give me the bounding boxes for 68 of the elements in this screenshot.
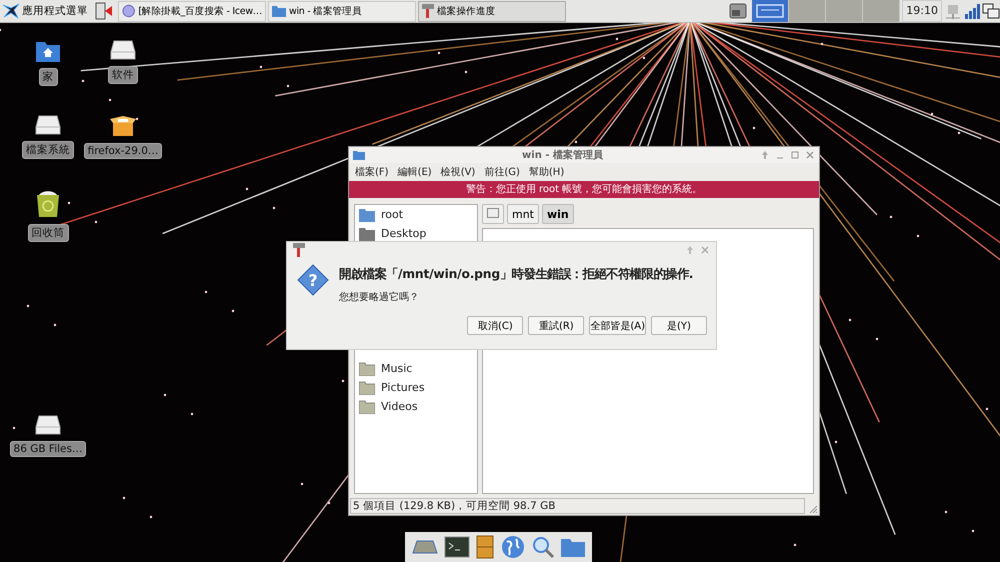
search-icon[interactable] <box>530 535 555 559</box>
window-thumbnail-icon <box>756 4 784 18</box>
taskbar-task[interactable]: [解除掛載_百度搜索 - Icew… <box>118 0 266 22</box>
path-button[interactable]: mnt <box>507 204 539 224</box>
clock[interactable]: 19:10 <box>902 0 942 22</box>
taskbar-task[interactable]: 檔案操作進度 <box>418 0 566 22</box>
menu-item[interactable]: 前往(G) <box>484 165 520 179</box>
drive-icon[interactable] <box>35 115 61 135</box>
desktop-icon-label[interactable]: 86 GB Files… <box>10 441 86 457</box>
resize-grip-icon[interactable] <box>808 504 818 514</box>
drive-icon[interactable] <box>35 415 61 435</box>
menu-item[interactable]: 檢視(V) <box>440 165 476 179</box>
dialog-button[interactable]: 是(Y) <box>651 316 707 335</box>
package-icon[interactable] <box>110 115 136 137</box>
paint-roller-icon <box>422 4 434 18</box>
drive-icon[interactable] <box>110 40 136 60</box>
folder-icon <box>353 150 365 160</box>
menu-item[interactable]: 幫助(H) <box>528 165 564 179</box>
globe-icon <box>122 4 136 18</box>
menu-item[interactable]: 編輯(E) <box>398 165 432 179</box>
logout-icon[interactable] <box>94 2 114 20</box>
taskbar-task[interactable]: win - 檔案管理員 <box>268 0 416 22</box>
status-bar: 5 個項目 (129.8 KB)，可用空間 98.7 GB <box>350 498 805 514</box>
app-logo-icon <box>2 3 20 19</box>
close-icon[interactable] <box>700 245 710 255</box>
sidebar-item[interactable]: Desktop <box>355 224 477 243</box>
folder-icon <box>359 400 375 414</box>
dialog-button[interactable]: 重試(R) <box>528 316 584 335</box>
folder-icon <box>359 362 375 376</box>
error-message: 開啟檔案「/mnt/win/o.png」時發生錯誤：拒絕不符權限的操作. <box>339 266 694 283</box>
desktop-icon-label[interactable]: 家 <box>38 68 58 86</box>
sidebar-item[interactable]: Music <box>355 359 477 378</box>
question-text: 您想要略過它嗎？ <box>339 290 420 304</box>
home-folder-icon[interactable] <box>36 40 60 62</box>
question-mark: ? <box>308 271 318 290</box>
file-cabinet-icon[interactable] <box>476 535 494 559</box>
dialog-button[interactable]: 全部皆是(A) <box>589 316 646 335</box>
pin-icon[interactable] <box>760 150 770 160</box>
globe-icon[interactable] <box>500 535 525 559</box>
terminal-icon[interactable] <box>444 536 470 558</box>
maximize-icon[interactable] <box>790 150 800 160</box>
folder-icon <box>359 380 375 394</box>
close-icon[interactable] <box>805 150 815 160</box>
path-button[interactable]: win <box>542 204 574 224</box>
desktop-icon-label[interactable]: firefox-29.0… <box>84 143 162 159</box>
folder-icon[interactable] <box>560 537 585 557</box>
sidebar-item[interactable]: Pictures <box>355 378 477 397</box>
drive-path-button[interactable] <box>482 204 504 224</box>
application-menu-button[interactable]: 應用程式選單 <box>0 0 90 22</box>
drive-icon <box>487 208 499 218</box>
menu-item[interactable]: 檔案(F) <box>355 165 389 179</box>
desktop-icon-label[interactable]: 檔案系統 <box>22 141 74 159</box>
window-title: win - 檔案管理員 <box>521 148 604 162</box>
desktop-icon-label[interactable]: 软件 <box>108 66 138 84</box>
folder-icon <box>272 5 286 17</box>
signal-icon[interactable] <box>964 3 980 19</box>
trash-icon[interactable] <box>35 190 61 218</box>
sidebar-item[interactable]: Videos <box>355 397 477 416</box>
warning-banner: 警告：您正使用 root 帳號，您可能會損害您的系統。 <box>349 181 819 198</box>
workspace-button[interactable] <box>752 0 790 22</box>
dialog-button[interactable]: 取消(C) <box>467 316 524 335</box>
sidebar-item[interactable]: root <box>355 205 477 224</box>
home-folder-icon <box>359 208 375 222</box>
network-icon[interactable] <box>944 2 962 20</box>
drive-tray-icon[interactable] <box>729 2 748 20</box>
windows-icon[interactable] <box>982 3 1000 19</box>
desktop-icon-label[interactable]: 回收筒 <box>28 224 68 242</box>
paint-roller-icon <box>293 243 305 257</box>
